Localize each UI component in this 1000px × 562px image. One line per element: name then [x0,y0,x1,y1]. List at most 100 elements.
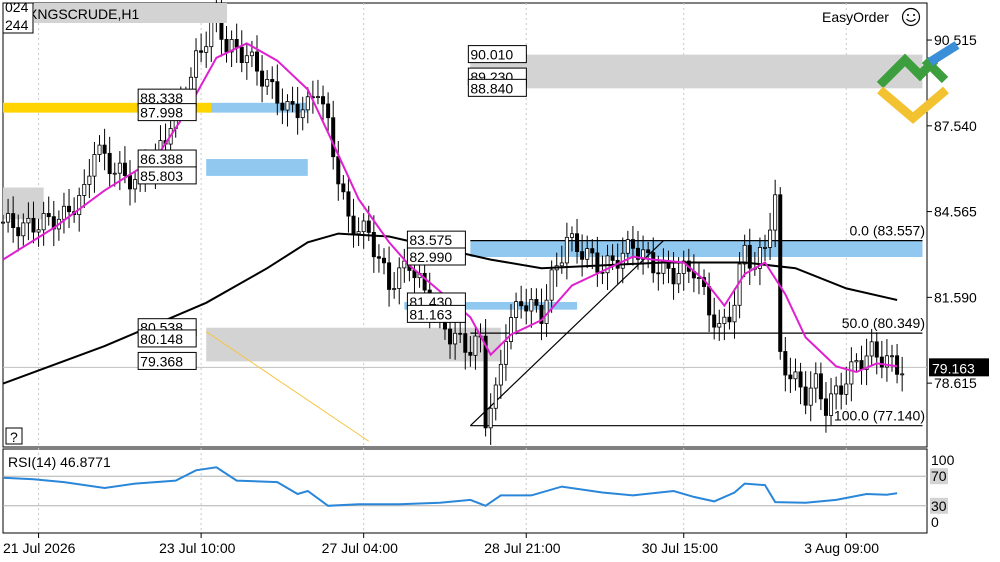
candle-body [366,220,371,233]
candle-body [519,301,524,307]
candle-body [879,356,884,368]
candle-body [742,244,747,265]
candle-body [646,249,651,254]
candle-body [376,256,381,259]
rsi-axis-label: 0 [931,514,939,530]
candle-body [890,355,895,358]
candle-body [77,195,82,216]
candle-body [625,239,630,254]
candle-body [92,154,97,177]
candle-body [122,162,127,176]
candle-body [458,332,463,335]
candle-body [788,374,793,380]
candle-body [31,217,36,233]
candle-body [61,205,66,220]
candle-body [768,229,773,248]
candle-body [87,175,92,185]
rsi-axis-label: 100 [931,452,955,468]
candle-body [351,215,356,235]
candle-body [133,179,138,190]
candle-body [453,332,458,345]
candle-body [514,301,519,319]
zone-label-value: 86.388 [140,151,183,167]
candle-body [67,205,72,213]
rsi-title: RSI(14) 46.8771 [8,454,111,470]
candle-body [270,79,275,83]
candle-body [895,355,900,375]
candle-body [813,373,818,389]
candle-body [0,221,6,224]
smiley-icon[interactable] [901,7,921,27]
candle-body [732,304,737,323]
zone-label-value: 83.575 [409,232,452,248]
candle-body [676,273,681,285]
candle-body [498,363,503,386]
candle-body [341,183,346,193]
rsi-pane-frame [2,448,928,534]
candle-body [387,262,392,290]
candle-body [747,244,752,269]
time-axis-label: 3 Aug 09:00 [804,540,879,556]
candle-body [260,70,265,87]
candle-body [234,39,239,48]
candle-body [529,299,534,312]
candle-body [275,81,280,104]
candle-body [280,102,285,111]
candle-body [97,144,102,155]
rsi-axis-label: 70 [931,468,947,484]
candle-body [82,184,87,196]
corner-counter-top: 024 [5,0,29,15]
price-chart[interactable]: 0.0 (83.557)50.0 (80.349)100.0 (77.140) … [0,0,1000,562]
candle-body [473,335,478,356]
candle-body [41,213,46,231]
price-axis: 90.51587.54084.56581.59078.615 [927,32,977,391]
help-button-label: ? [10,429,18,445]
candle-body [315,96,320,98]
price-axis-label: 78.615 [934,375,977,391]
candle-body [336,156,341,185]
zone-gray [206,327,501,362]
zone-gray [470,54,923,89]
candle-body [503,341,508,365]
candle-body [849,361,854,385]
candle-body [483,335,488,429]
candle-body [585,248,590,260]
time-axis-label: 27 Jul 04:00 [322,540,398,556]
candle-body [300,109,305,119]
rsi-axis-label: 30 [931,498,947,514]
candle-body [829,393,834,416]
candle-body [46,213,51,218]
candle-body [793,371,798,380]
zone-label-value: 90.010 [470,47,513,63]
candle-body [778,194,783,352]
candle-body [346,191,351,217]
zone-labels: 90.01089.23088.84088.33887.99886.38885.8… [137,45,527,370]
time-axis-label: 28 Jul 21:00 [484,540,560,556]
candle-body [326,103,331,119]
candle-body [707,286,712,316]
candle-body [463,333,468,353]
candle-body [422,272,427,291]
easyorder-label[interactable]: EasyOrder [822,9,889,25]
candle-body [285,101,290,111]
candle-body [808,387,813,406]
candle-body [448,328,453,345]
candle-body [595,252,600,273]
candle-body [26,217,31,224]
candle-body [839,385,844,395]
candle-body [356,231,361,235]
candle-body [127,175,132,190]
candle-body [900,373,905,376]
candle-body [712,314,717,328]
candle-body [244,55,249,64]
candle-body [194,50,199,78]
candle-body [11,213,16,228]
candle-body [102,144,107,154]
candle-body [610,255,615,261]
candle-body [209,21,214,48]
chart-title: XNGSCRUDE,H1 [28,6,139,22]
candle-body [295,103,300,119]
zone-blue [206,159,308,176]
candle-body [254,51,259,72]
candle-body [107,152,112,175]
